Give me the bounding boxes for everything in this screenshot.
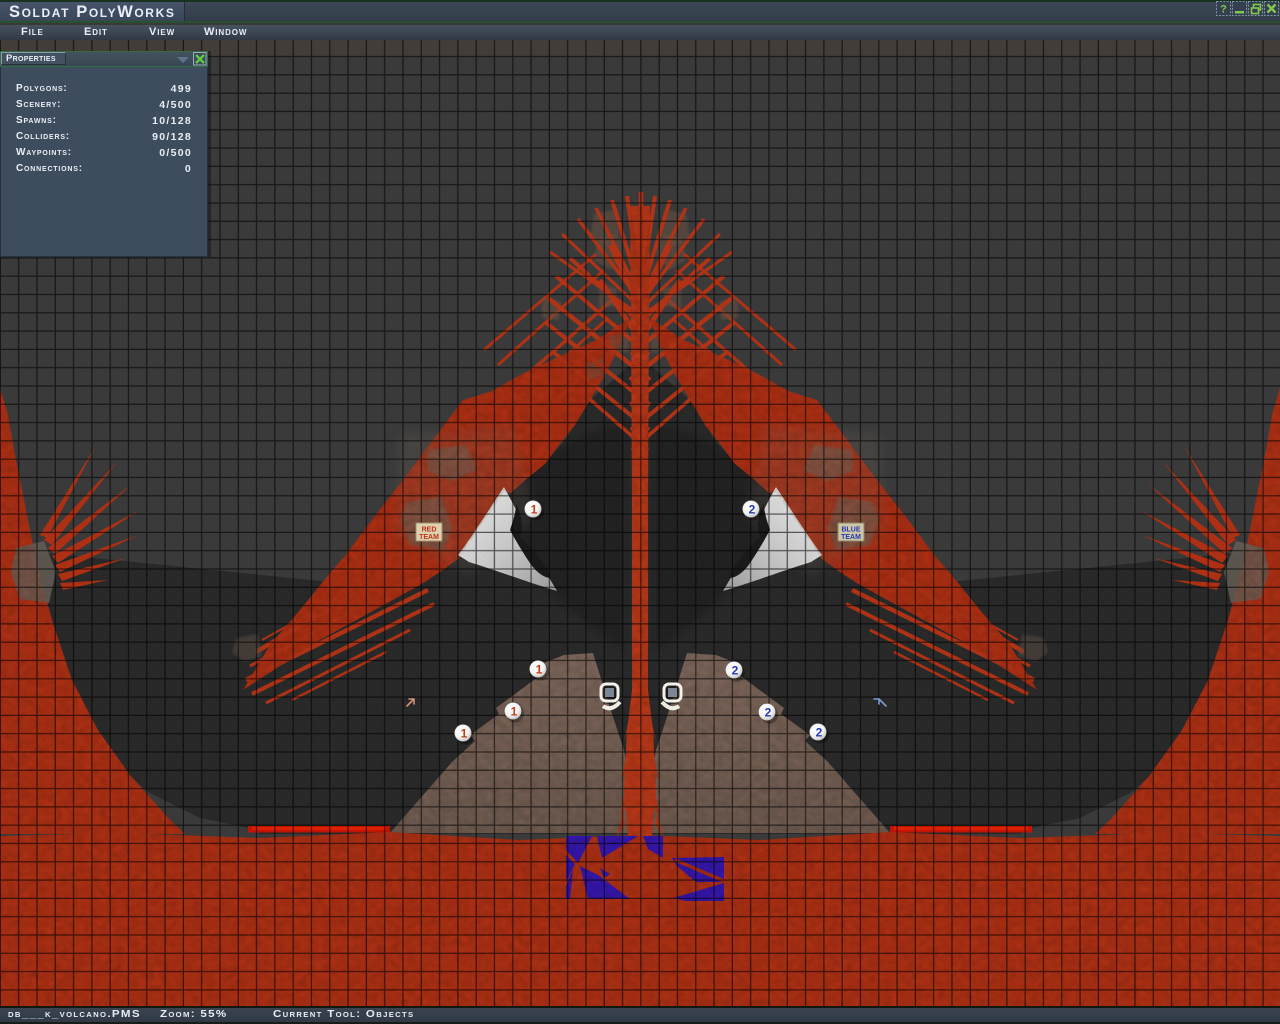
svg-text:2: 2	[749, 503, 756, 517]
svg-text:BLUE: BLUE	[841, 527, 860, 534]
svg-text:1: 1	[511, 705, 518, 719]
svg-text:1: 1	[531, 503, 538, 517]
svg-text:TEAM: TEAM	[419, 534, 439, 541]
svg-text:1: 1	[536, 663, 543, 677]
svg-text:TEAM: TEAM	[841, 534, 861, 541]
svg-text:2: 2	[816, 726, 823, 740]
svg-text:2: 2	[765, 706, 772, 720]
svg-text:1: 1	[461, 727, 468, 741]
svg-text:RED: RED	[422, 527, 437, 534]
svg-text:2: 2	[732, 664, 739, 678]
svg-text:?: ?	[1220, 4, 1227, 16]
